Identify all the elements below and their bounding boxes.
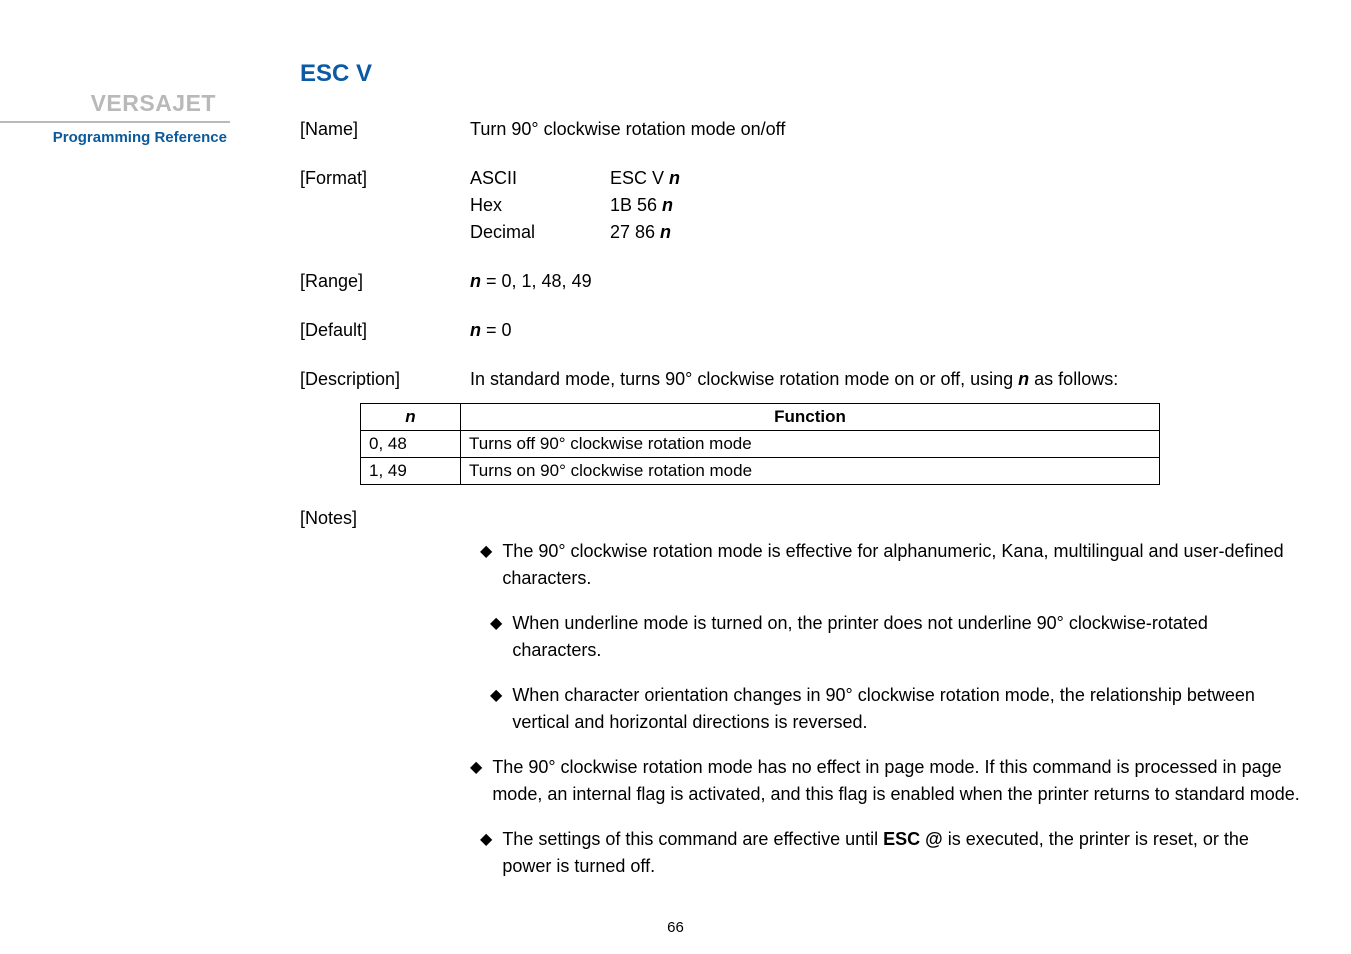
table-cell: Turns off 90° clockwise rotation mode [461, 431, 1160, 458]
name-row: [Name] Turn 90° clockwise rotation mode … [300, 116, 1301, 143]
default-label: [Default] [300, 317, 470, 344]
table-cell: Turns on 90° clockwise rotation mode [461, 458, 1160, 485]
table-cell: 1, 49 [361, 458, 461, 485]
table-header-n: n [361, 404, 461, 431]
diamond-icon: ◆ [490, 684, 502, 736]
format-hex-value: 1B 56 n [610, 192, 1301, 219]
format-row: [Format] ASCII ESC V n Hex 1B 56 n Decim… [300, 165, 1301, 246]
default-row: [Default] n = 0 [300, 317, 1301, 344]
diamond-icon: ◆ [470, 756, 482, 808]
note-item: ◆ When underline mode is turned on, the … [490, 610, 1301, 664]
notes-list: ◆ The 90° clockwise rotation mode is eff… [480, 538, 1301, 880]
diamond-icon: ◆ [490, 612, 502, 664]
range-row: [Range] n = 0, 1, 48, 49 [300, 268, 1301, 295]
note-item: ◆ The 90° clockwise rotation mode has no… [470, 754, 1301, 808]
note-item: ◆ When character orientation changes in … [490, 682, 1301, 736]
main-content: ESC V [Name] Turn 90° clockwise rotation… [230, 60, 1351, 954]
note-text: The settings of this command are effecti… [502, 826, 1301, 880]
table-row: 1, 49 Turns on 90° clockwise rotation mo… [361, 458, 1160, 485]
default-value: n = 0 [470, 317, 1301, 344]
brand-subtitle: Programming Reference [0, 129, 230, 146]
diamond-icon: ◆ [480, 540, 492, 592]
notes-label: [Notes] [300, 505, 470, 532]
brand-divider [0, 121, 230, 123]
command-title: ESC V [300, 60, 1301, 88]
note-item: ◆ The settings of this command are effec… [480, 826, 1301, 880]
table-cell: 0, 48 [361, 431, 461, 458]
function-table: n Function 0, 48 Turns off 90° clockwise… [360, 403, 1160, 485]
format-ascii-label: ASCII [470, 165, 610, 192]
range-value: n = 0, 1, 48, 49 [470, 268, 1301, 295]
note-text: When character orientation changes in 90… [512, 682, 1301, 736]
description-value: In standard mode, turns 90° clockwise ro… [470, 366, 1301, 393]
table-header-function: Function [461, 404, 1160, 431]
diamond-icon: ◆ [480, 828, 492, 880]
format-dec-value: 27 86 n [610, 219, 1301, 246]
table-row: 0, 48 Turns off 90° clockwise rotation m… [361, 431, 1160, 458]
sidebar: VERSAJET Programming Reference [0, 60, 230, 954]
format-ascii-value: ESC V n [610, 165, 1301, 192]
name-label: [Name] [300, 116, 470, 143]
format-dec-label: Decimal [470, 219, 610, 246]
name-value: Turn 90° clockwise rotation mode on/off [470, 116, 1301, 143]
note-text: The 90° clockwise rotation mode is effec… [502, 538, 1301, 592]
format-label: [Format] [300, 165, 470, 246]
range-label: [Range] [300, 268, 470, 295]
notes-row: [Notes] [300, 505, 1301, 532]
note-text: The 90° clockwise rotation mode has no e… [492, 754, 1301, 808]
brand-title: VERSAJET [0, 90, 230, 117]
format-hex-label: Hex [470, 192, 610, 219]
description-label: [Description] [300, 366, 470, 393]
description-row: [Description] In standard mode, turns 90… [300, 366, 1301, 393]
note-item: ◆ The 90° clockwise rotation mode is eff… [480, 538, 1301, 592]
note-text: When underline mode is turned on, the pr… [512, 610, 1301, 664]
page-number: 66 [0, 919, 1351, 936]
